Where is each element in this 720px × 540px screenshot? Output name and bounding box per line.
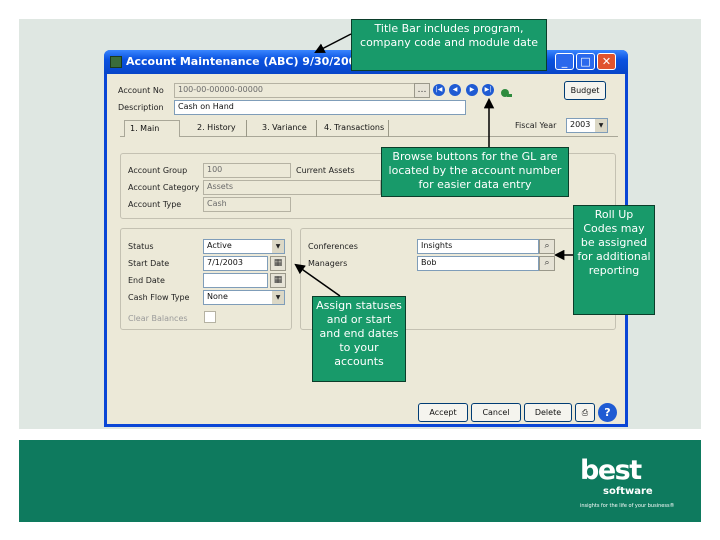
minimize-button[interactable]: _ bbox=[555, 53, 574, 70]
account-no-label: Account No bbox=[118, 86, 164, 95]
status-select[interactable]: Active bbox=[203, 239, 285, 254]
account-group-field: 100 bbox=[203, 163, 291, 178]
start-date-calendar-icon[interactable]: ▦ bbox=[270, 256, 286, 271]
brand-software: software bbox=[603, 486, 653, 497]
account-group-label: Account Group bbox=[128, 166, 188, 175]
end-date-field[interactable] bbox=[203, 273, 268, 288]
cash-flow-type-select[interactable]: None bbox=[203, 290, 285, 305]
clear-balances-label: Clear Balances bbox=[128, 314, 188, 323]
app-icon bbox=[110, 56, 122, 68]
close-button[interactable]: ✕ bbox=[597, 53, 616, 70]
account-type-label: Account Type bbox=[128, 200, 182, 209]
delete-button[interactable]: Delete bbox=[524, 403, 572, 422]
conferences-field[interactable]: Insights bbox=[417, 239, 539, 254]
managers-label: Managers bbox=[308, 259, 348, 268]
callout-browse-buttons: Browse buttons for the GL are located by… bbox=[381, 147, 569, 197]
managers-field[interactable]: Bob bbox=[417, 256, 539, 271]
start-date-field[interactable]: 7/1/2003 bbox=[203, 256, 268, 271]
next-record-icon[interactable]: ▶ bbox=[466, 84, 478, 96]
account-no-field[interactable]: 100-00-00000-00000 bbox=[174, 83, 416, 98]
end-date-calendar-icon[interactable]: ▦ bbox=[270, 273, 286, 288]
account-type-field: Cash bbox=[203, 197, 291, 212]
brand-tagline: insights for the life of your business® bbox=[580, 503, 675, 509]
account-category-field: Assets bbox=[203, 180, 381, 195]
accept-button[interactable]: Accept bbox=[418, 403, 468, 422]
first-record-icon[interactable]: |◀ bbox=[433, 84, 445, 96]
start-date-label: Start Date bbox=[128, 259, 170, 268]
description-label: Description bbox=[118, 103, 164, 112]
callout-title-bar: Title Bar includes program, company code… bbox=[351, 19, 547, 71]
callout-assign-statuses: Assign statuses and or start and end dat… bbox=[312, 296, 406, 382]
tab-transactions[interactable]: 4. Transactions bbox=[319, 120, 389, 137]
tab-variance[interactable]: 3. Variance bbox=[257, 120, 317, 137]
conferences-label: Conferences bbox=[308, 242, 358, 251]
fiscal-year-label: Fiscal Year bbox=[515, 121, 557, 130]
tab-main[interactable]: 1. Main bbox=[124, 120, 180, 137]
budget-button[interactable]: Budget bbox=[564, 81, 606, 100]
window-title: Account Maintenance (ABC) 9/30/2004 bbox=[126, 55, 364, 68]
clear-balances-checkbox[interactable] bbox=[204, 311, 216, 323]
status-label: Status bbox=[128, 242, 154, 251]
maximize-button[interactable]: □ bbox=[576, 53, 595, 70]
account-category-label: Account Category bbox=[128, 183, 200, 192]
tab-history[interactable]: 2. History bbox=[192, 120, 247, 137]
cancel-button[interactable]: Cancel bbox=[471, 403, 521, 422]
managers-search-icon[interactable]: ⌕ bbox=[539, 256, 555, 271]
current-assets-text: Current Assets bbox=[296, 166, 355, 175]
conferences-search-icon[interactable]: ⌕ bbox=[539, 239, 555, 254]
cash-flow-type-label: Cash Flow Type bbox=[128, 293, 190, 302]
fiscal-year-select[interactable]: 2003 bbox=[566, 118, 608, 133]
callout-rollup-codes: Roll Up Codes may be assigned for additi… bbox=[573, 205, 655, 315]
brand-logo: best bbox=[580, 455, 642, 486]
help-icon[interactable]: ? bbox=[598, 403, 617, 422]
account-lookup-button[interactable]: … bbox=[414, 83, 430, 98]
browse-lookup-icon[interactable] bbox=[499, 84, 513, 97]
previous-record-icon[interactable]: ◀ bbox=[449, 84, 461, 96]
print-icon[interactable]: ⎙ bbox=[575, 403, 595, 422]
last-record-icon[interactable]: ▶| bbox=[482, 84, 494, 96]
end-date-label: End Date bbox=[128, 276, 165, 285]
description-field[interactable]: Cash on Hand bbox=[174, 100, 466, 115]
